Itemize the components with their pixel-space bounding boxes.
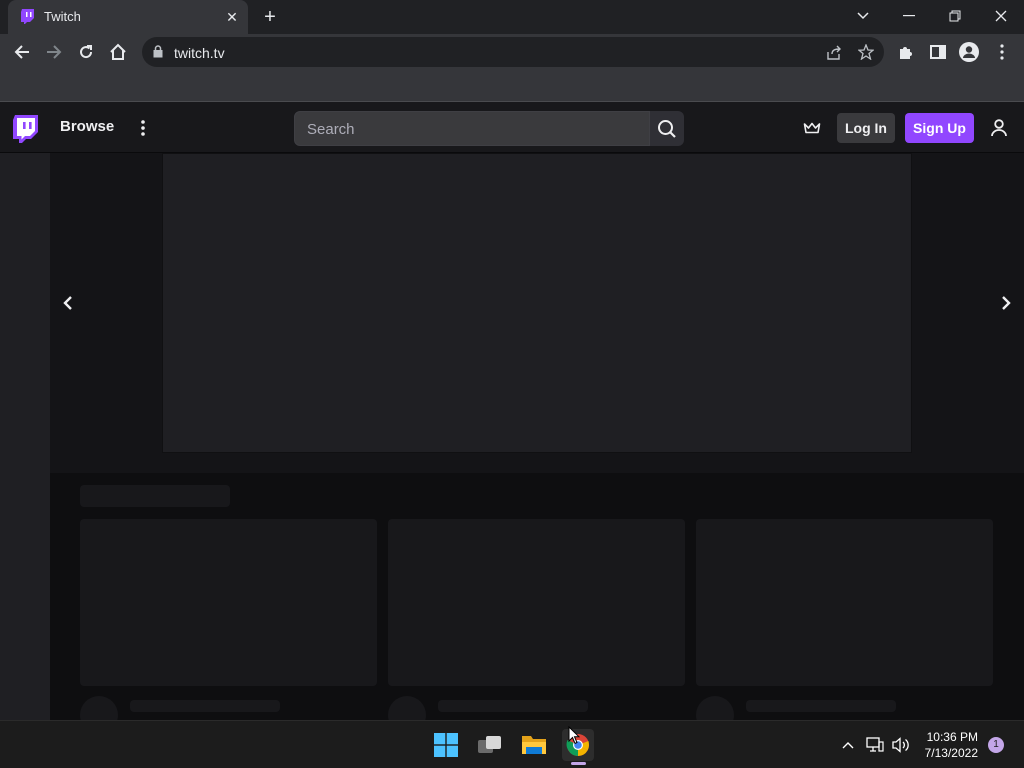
bookmarks-bar	[0, 70, 1024, 102]
active-app-indicator	[571, 762, 586, 765]
stream-card-thumbnail-placeholder[interactable]	[388, 519, 685, 686]
side-panel-button[interactable]	[924, 38, 952, 66]
task-view-icon	[478, 736, 501, 753]
search-icon	[658, 119, 676, 138]
twitch-logo-icon[interactable]	[13, 115, 38, 145]
browse-link[interactable]: Browse	[60, 118, 114, 135]
folder-icon	[522, 736, 546, 754]
clock-date[interactable]: 7/13/2022	[914, 746, 978, 760]
prime-button[interactable]	[800, 117, 824, 139]
search-placeholder: Search	[307, 121, 355, 138]
extensions-button[interactable]	[892, 38, 920, 66]
kebab-menu-icon	[1000, 44, 1004, 60]
carousel-prev-button[interactable]	[58, 291, 78, 315]
minimize-button[interactable]	[886, 0, 932, 32]
arrow-left-icon	[14, 45, 29, 59]
windows-taskbar: 10:36 PM 7/13/2022 1	[0, 720, 1024, 768]
chevron-down-icon	[857, 12, 869, 20]
twitch-favicon-icon	[21, 9, 34, 24]
stream-title-placeholder	[130, 700, 280, 712]
tab-title: Twitch	[44, 9, 81, 24]
bookmark-star-icon[interactable]	[858, 44, 874, 60]
profile-icon	[959, 42, 979, 62]
minimize-icon	[903, 15, 915, 17]
crown-icon	[803, 122, 821, 134]
search-button[interactable]	[650, 111, 684, 146]
side-panel-icon	[930, 45, 946, 59]
twitch-top-nav: Browse Search Log In Sign Up	[0, 102, 1024, 153]
search-input[interactable]: Search	[294, 111, 650, 146]
more-options-button[interactable]	[134, 116, 152, 140]
new-tab-button[interactable]: +	[258, 6, 282, 28]
chevron-left-icon	[63, 296, 72, 310]
file-explorer-button[interactable]	[518, 729, 550, 761]
browser-toolbar: twitch.tv	[0, 34, 1024, 70]
avatar-placeholder	[80, 696, 118, 720]
home-icon	[110, 43, 126, 60]
show-hidden-icons-button[interactable]	[838, 735, 858, 755]
user-icon	[991, 119, 1007, 137]
notification-badge[interactable]: 1	[988, 737, 1004, 753]
restore-button[interactable]	[932, 0, 978, 32]
url-text: twitch.tv	[174, 45, 225, 61]
browser-tab-strip: Twitch ✕ +	[0, 0, 1024, 34]
chevron-right-icon	[1002, 296, 1011, 310]
forward-button[interactable]	[40, 38, 68, 66]
puzzle-icon	[900, 47, 912, 59]
profile-button[interactable]	[955, 38, 983, 66]
avatar-placeholder	[388, 696, 426, 720]
chevron-up-icon	[842, 742, 854, 749]
arrow-right-icon	[47, 45, 62, 59]
stream-card-thumbnail-placeholder[interactable]	[696, 519, 993, 686]
close-icon	[995, 10, 1007, 22]
main-content	[50, 153, 1024, 720]
volume-button[interactable]	[890, 735, 912, 755]
section-title-placeholder	[80, 485, 230, 507]
windows-logo-icon	[434, 733, 458, 757]
volume-icon	[892, 737, 909, 753]
user-menu-button[interactable]	[988, 117, 1010, 139]
avatar-placeholder	[696, 696, 734, 720]
featured-carousel	[50, 153, 1024, 473]
side-nav-collapsed	[0, 153, 50, 720]
home-button[interactable]	[104, 38, 132, 66]
signup-button[interactable]: Sign Up	[905, 113, 974, 143]
reload-button[interactable]	[72, 38, 100, 66]
featured-stream-placeholder[interactable]	[162, 153, 912, 453]
task-view-button[interactable]	[474, 729, 506, 761]
login-button[interactable]: Log In	[837, 113, 895, 143]
back-button[interactable]	[8, 38, 36, 66]
share-icon[interactable]	[826, 45, 842, 60]
tab-search-button[interactable]	[840, 0, 886, 32]
start-button[interactable]	[430, 729, 462, 761]
network-button[interactable]	[864, 735, 886, 755]
tab-close-icon[interactable]: ✕	[222, 7, 242, 27]
stream-title-placeholder	[746, 700, 896, 712]
kebab-menu-icon	[141, 120, 145, 136]
lock-icon	[153, 45, 163, 58]
close-window-button[interactable]	[978, 0, 1024, 32]
reload-icon	[80, 45, 93, 59]
address-bar[interactable]: twitch.tv	[142, 37, 884, 67]
restore-icon	[949, 10, 961, 22]
stream-card-thumbnail-placeholder[interactable]	[80, 519, 377, 686]
carousel-next-button[interactable]	[996, 291, 1016, 315]
stream-title-placeholder	[438, 700, 588, 712]
clock-time[interactable]: 10:36 PM	[920, 730, 978, 744]
network-icon	[866, 737, 884, 752]
mouse-cursor-icon	[568, 726, 580, 745]
browser-tab[interactable]: Twitch ✕	[8, 0, 248, 34]
chrome-menu-button[interactable]	[988, 38, 1016, 66]
